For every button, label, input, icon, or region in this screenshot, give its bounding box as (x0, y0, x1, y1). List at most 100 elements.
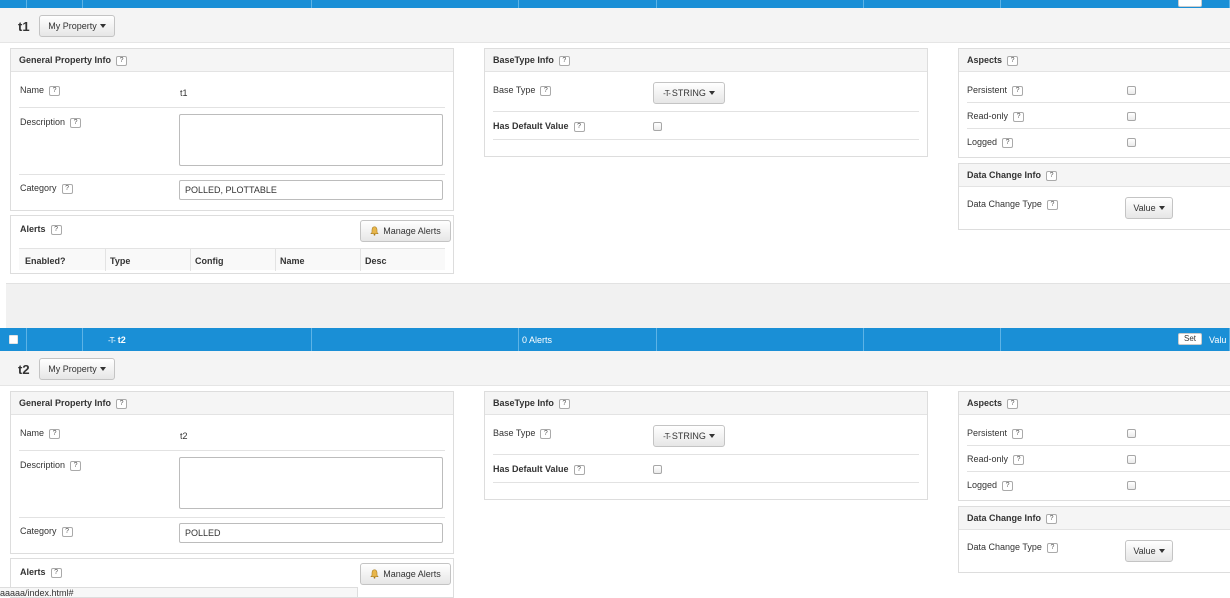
column-header-desc[interactable]: Desc (365, 256, 387, 266)
property-row-t2[interactable]: -T-t2 0 Alerts Set Valu (0, 328, 1230, 351)
column-header-enabled[interactable]: Enabled? (25, 256, 66, 266)
help-icon[interactable]: ? (1007, 55, 1019, 66)
help-icon[interactable]: ? (50, 224, 62, 235)
help-icon[interactable]: ? (1012, 85, 1024, 96)
help-icon[interactable]: ? (558, 398, 570, 409)
row-spacer (6, 283, 1230, 328)
help-icon[interactable]: ? (1013, 454, 1025, 465)
alerts-count: 0 Alerts (522, 335, 553, 345)
manage-alerts-button[interactable]: Manage Alerts (360, 563, 451, 585)
help-icon[interactable]: ? (50, 567, 62, 578)
property-type-dropdown[interactable]: My Property (39, 358, 115, 380)
panel-title: Aspects (967, 55, 1003, 65)
persistent-checkbox[interactable] (1127, 86, 1136, 95)
general-property-info-panel: General Property Info? Name? t1 Descript… (10, 48, 454, 211)
help-icon[interactable]: ? (116, 398, 128, 409)
description-textarea[interactable] (179, 457, 443, 509)
help-icon[interactable]: ? (1046, 170, 1058, 181)
help-icon[interactable]: ? (70, 460, 82, 471)
name-value: t2 (180, 431, 188, 441)
panel-header: Data Change Info? (959, 164, 1230, 187)
help-icon[interactable]: ? (49, 85, 61, 96)
help-icon[interactable]: ? (1013, 111, 1025, 122)
help-icon[interactable]: ? (1046, 513, 1058, 524)
name-label: Name (20, 428, 45, 438)
panel-title: Data Change Info (967, 513, 1042, 523)
divider (493, 139, 919, 140)
data-change-type-value: Value (1133, 546, 1156, 556)
aspects-panel: Aspects? Persistent? Read-only? Logged? (958, 48, 1230, 158)
manage-alerts-button[interactable]: Manage Alerts (360, 220, 451, 242)
alerts-title: Alerts (20, 224, 46, 234)
data-change-type-dropdown[interactable]: Value (1125, 540, 1173, 562)
column-header-config[interactable]: Config (195, 256, 224, 266)
caret-down-icon (1158, 206, 1165, 210)
row-cell (83, 0, 312, 8)
logged-checkbox[interactable] (1127, 138, 1136, 147)
persistent-label: Persistent (967, 428, 1008, 438)
data-change-type-value: Value (1133, 203, 1156, 213)
category-input[interactable]: POLLED (179, 523, 443, 543)
help-icon[interactable]: ? (558, 55, 570, 66)
data-change-info-panel: Data Change Info? Data Change Type? Valu… (958, 163, 1230, 230)
help-icon[interactable]: ? (540, 428, 552, 439)
help-icon[interactable]: ? (61, 183, 73, 194)
bell-icon (370, 226, 379, 236)
readonly-checkbox[interactable] (1127, 455, 1136, 464)
name-label: Name (20, 85, 45, 95)
readonly-checkbox[interactable] (1127, 112, 1136, 121)
set-button[interactable] (1178, 0, 1202, 7)
status-bar-url: aaaaa/index.html# (0, 587, 358, 597)
general-property-info-panel: General Property Info? Name? t2 Descript… (10, 391, 454, 554)
set-button[interactable]: Set (1178, 333, 1202, 345)
help-icon[interactable]: ? (70, 117, 82, 128)
help-icon[interactable]: ? (1046, 542, 1058, 553)
property-row-t1[interactable] (0, 0, 1230, 8)
logged-label: Logged (967, 480, 998, 490)
base-type-label: Base Type (493, 428, 536, 438)
help-icon[interactable]: ? (1012, 428, 1024, 439)
basetype-info-panel: BaseType Info? Base Type? -T- STRING Has… (484, 391, 928, 500)
base-type-dropdown[interactable]: -T- STRING (653, 425, 725, 447)
property-detail-header (0, 8, 1230, 43)
help-icon[interactable]: ? (540, 85, 552, 96)
readonly-label: Read-only (967, 454, 1009, 464)
help-icon[interactable]: ? (573, 121, 585, 132)
help-icon[interactable]: ? (1002, 480, 1014, 491)
string-type-icon: -T- (663, 431, 671, 441)
has-default-label: Has Default Value (493, 121, 569, 131)
help-icon[interactable]: ? (573, 464, 585, 475)
row-select-checkbox[interactable] (9, 335, 18, 344)
column-header-type[interactable]: Type (110, 256, 130, 266)
property-type-dropdown[interactable]: My Property (39, 15, 115, 37)
help-icon[interactable]: ? (116, 55, 128, 66)
panel-title: BaseType Info (493, 398, 554, 408)
help-icon[interactable]: ? (1007, 398, 1019, 409)
has-default-checkbox[interactable] (653, 465, 662, 474)
dropdown-label: My Property (48, 21, 97, 31)
logged-checkbox[interactable] (1127, 481, 1136, 490)
has-default-label: Has Default Value (493, 464, 569, 474)
help-icon[interactable]: ? (1046, 199, 1058, 210)
category-input[interactable]: POLLED, PLOTTABLE (179, 180, 443, 200)
readonly-label: Read-only (967, 111, 1009, 121)
description-textarea[interactable] (179, 114, 443, 166)
data-change-type-dropdown[interactable]: Value (1125, 197, 1173, 219)
row-cell (864, 0, 1001, 8)
category-label: Category (20, 183, 57, 193)
caret-down-icon (99, 24, 106, 28)
has-default-checkbox[interactable] (653, 122, 662, 131)
help-icon[interactable]: ? (1002, 137, 1014, 148)
alerts-table-header: Enabled? Type Config Name Desc (19, 248, 445, 271)
help-icon[interactable]: ? (49, 428, 61, 439)
row-cell (519, 0, 657, 8)
column-header-name[interactable]: Name (280, 256, 305, 266)
caret-down-icon (708, 91, 715, 95)
persistent-checkbox[interactable] (1127, 429, 1136, 438)
row-name-link[interactable]: t2 (118, 335, 126, 345)
persistent-label: Persistent (967, 85, 1008, 95)
base-type-label: Base Type (493, 85, 536, 95)
help-icon[interactable]: ? (61, 526, 73, 537)
alerts-panel: Alerts? Manage Alerts Enabled? Type Conf… (10, 215, 454, 274)
base-type-dropdown[interactable]: -T- STRING (653, 82, 725, 104)
